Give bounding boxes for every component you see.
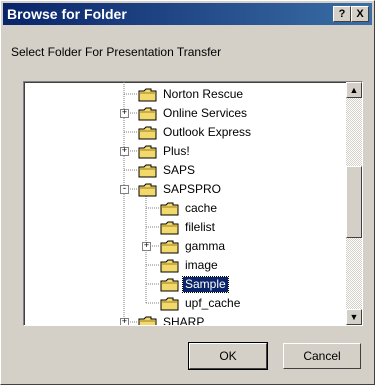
tree-item[interactable]: Online Services [138,104,249,123]
tree-item-label: SHARP [163,315,205,326]
cancel-button[interactable]: Cancel [283,343,361,369]
folder-icon [160,278,179,291]
ok-button[interactable]: OK [188,342,268,370]
folder-icon [160,297,179,310]
close-button[interactable]: X [351,6,369,22]
tree-scrollbar[interactable]: ▲ ▼ [346,82,362,325]
tree-expander-icon[interactable]: + [120,109,129,118]
tree-item-label: image [185,258,218,272]
tree-item-label: Online Services [163,106,248,120]
folder-tree[interactable]: Norton Rescue + Online Services Outlook Exp… [23,81,363,326]
tree-item-label: Sample [182,276,229,293]
title-bar[interactable]: Browse for Folder ? X [3,3,372,25]
dialog-prompt: Select Folder For Presentation Transfer [11,45,222,59]
folder-icon [138,107,157,120]
scroll-thumb[interactable] [346,166,362,238]
tree-item-label: Plus! [163,144,190,158]
folder-icon [138,183,157,196]
dialog-title: Browse for Folder [7,6,127,22]
tree-item[interactable]: image [160,256,220,275]
folder-icon [138,316,157,325]
folder-icon [160,202,179,215]
folder-icon [160,221,179,234]
tree-expander-icon[interactable]: - [120,185,129,194]
scroll-up-button[interactable]: ▲ [346,82,362,98]
tree-item[interactable]: SAPS [138,161,197,180]
tree-expander-icon[interactable]: + [142,242,151,251]
scroll-down-button[interactable]: ▼ [346,309,362,325]
tree-item[interactable]: gamma [160,237,227,256]
folder-icon [138,126,157,139]
tree-item-label: filelist [185,220,216,234]
tree-item[interactable]: SHARP [138,313,206,326]
tree-item-label: gamma [185,239,226,253]
tree-item-label: Outlook Express [163,125,252,139]
tree-item[interactable]: cache [160,199,219,218]
folder-icon [138,145,157,158]
browse-for-folder-dialog: Browse for Folder ? X Select Folder For … [0,0,375,385]
tree-item[interactable]: Norton Rescue [138,85,245,104]
folder-icon [138,164,157,177]
tree-item[interactable]: filelist [160,218,217,237]
help-button[interactable]: ? [333,6,351,22]
tree-item-label: Norton Rescue [163,87,244,101]
tree-item-label: SAPS [163,163,196,177]
tree-item-label: SAPSPRO [163,182,222,196]
tree-item[interactable]: Sample [160,275,229,294]
tree-item-label: cache [185,201,218,215]
tree-item[interactable]: upf_cache [160,294,242,313]
tree-expander-icon[interactable]: + [120,318,129,325]
tree-expander-icon[interactable]: + [120,147,129,156]
folder-icon [138,88,157,101]
tree-item[interactable]: SAPSPRO [138,180,223,199]
tree-item-label: upf_cache [185,296,241,310]
folder-icon [160,259,179,272]
folder-icon [160,240,179,253]
tree-item[interactable]: Plus! [138,142,192,161]
tree-item[interactable]: Outlook Express [138,123,253,142]
